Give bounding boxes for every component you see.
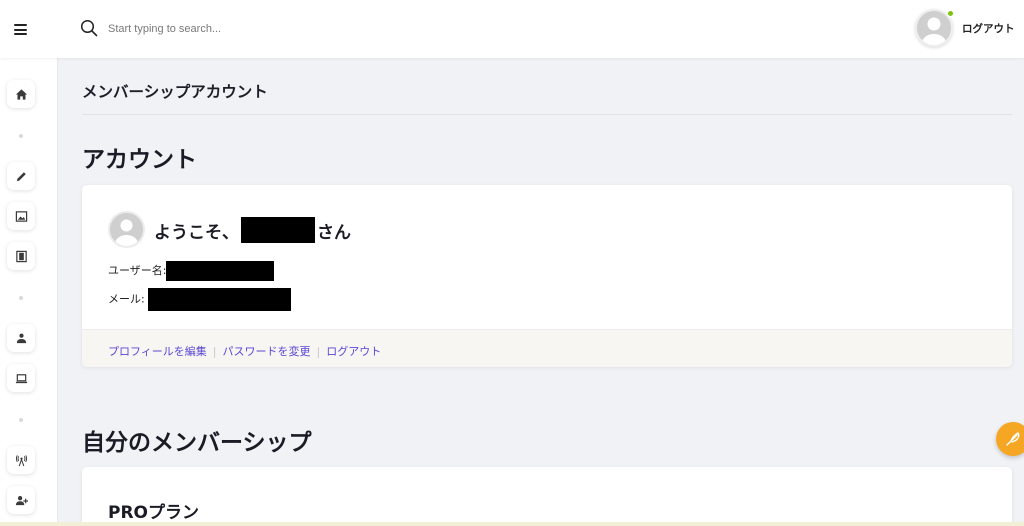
sidebar (0, 58, 58, 526)
pencil-icon (16, 171, 26, 181)
account-heading: アカウント (82, 147, 197, 173)
sidebar-item-images[interactable] (7, 202, 35, 230)
sidebar-divider-dot (19, 418, 23, 422)
username-row: ユーザー名: (108, 261, 274, 281)
film-icon (15, 250, 27, 262)
feather-pen-icon (1006, 432, 1020, 446)
email-label: メール: (108, 292, 145, 306)
membership-card: PROプラン (82, 467, 1012, 526)
image-icon (15, 210, 27, 222)
account-links: プロフィールを編集 | パスワードを変更 | ログアウト (108, 343, 381, 359)
broadcast-icon (15, 454, 27, 466)
top-bar: ログアウト (0, 0, 1024, 58)
search-input[interactable] (108, 19, 408, 39)
sidebar-item-video[interactable] (7, 242, 35, 270)
laptop-icon (15, 373, 27, 383)
welcome-suffix: さん (317, 223, 351, 243)
link-separator: | (212, 345, 217, 358)
sidebar-divider-dot (19, 296, 23, 300)
welcome-message: ようこそ、 さん (154, 217, 351, 243)
link-separator: | (316, 345, 321, 358)
redacted-name (241, 217, 315, 243)
search-icon[interactable] (80, 19, 98, 37)
membership-heading: 自分のメンバーシップ (82, 430, 312, 456)
account-card: ようこそ、 さん ユーザー名: メール: プロフィールを編集 | パスワードを変更 | ロ… (82, 185, 1012, 367)
sidebar-item-broadcast[interactable] (7, 446, 35, 474)
redacted-username (165, 261, 274, 281)
plan-name: PROプラン (108, 503, 200, 523)
edit-profile-link[interactable]: プロフィールを編集 (108, 345, 207, 358)
online-status-dot (947, 10, 954, 17)
home-icon (15, 88, 27, 100)
username-label: ユーザー名: (108, 264, 167, 277)
sidebar-item-add-user[interactable] (7, 486, 35, 514)
avatar (108, 211, 145, 248)
logout-link[interactable]: ログアウト (962, 21, 1015, 36)
sidebar-item-members[interactable] (7, 324, 35, 352)
menu-icon[interactable] (14, 24, 28, 35)
sidebar-item-edit[interactable] (7, 162, 35, 190)
sidebar-divider-dot (19, 134, 23, 138)
sidebar-item-devices[interactable] (7, 364, 35, 392)
sidebar-item-home[interactable] (7, 80, 35, 108)
account-card-footer: プロフィールを編集 | パスワードを変更 | ログアウト (82, 329, 1012, 367)
title-divider (82, 114, 1012, 115)
redacted-email (147, 288, 291, 311)
page-title: メンバーシップアカウント (82, 83, 268, 101)
welcome-prefix: ようこそ、 (154, 223, 239, 243)
add-user-icon (15, 495, 28, 505)
logout-link-footer[interactable]: ログアウト (326, 345, 381, 358)
feedback-button[interactable] (996, 422, 1024, 456)
users-icon (16, 333, 26, 343)
email-row: メール: (108, 288, 291, 311)
bottom-edge-bar (0, 522, 1024, 526)
change-password-link[interactable]: パスワードを変更 (223, 345, 311, 358)
